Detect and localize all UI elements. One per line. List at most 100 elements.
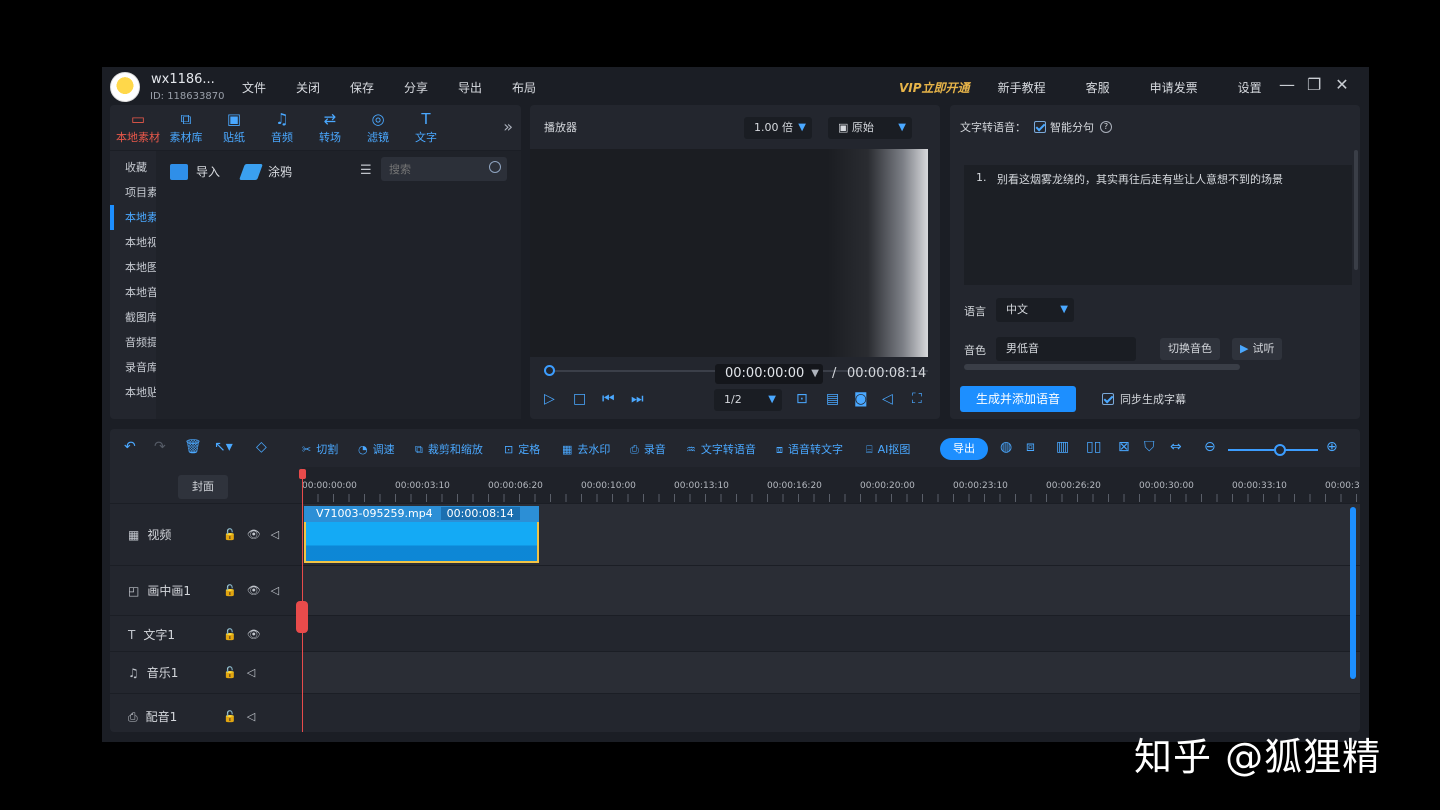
lane-pip[interactable] xyxy=(302,565,1360,615)
menu-export[interactable]: 导出 xyxy=(458,79,512,96)
sidebar-item-local-media[interactable]: 本地素 xyxy=(110,205,156,230)
video-preview[interactable] xyxy=(530,149,928,357)
tab-media-library[interactable]: ⧉ 素材库 xyxy=(162,109,210,145)
speed-select[interactable]: 1.00 倍 ▼ xyxy=(744,117,812,139)
remove-watermark-button[interactable]: ▦ 去水印 xyxy=(562,441,610,457)
video-clip[interactable]: V71003-095259.mp4 00:00:08:14 xyxy=(304,506,539,564)
tts-scrollbar[interactable] xyxy=(1354,150,1358,270)
voice-field[interactable]: 男低音 xyxy=(996,337,1136,361)
crop-zoom-button[interactable]: ⧉ 裁剪和缩放 xyxy=(415,441,483,457)
timeline-scrollbar[interactable] xyxy=(1350,507,1356,679)
sync-subtitles-checkbox[interactable] xyxy=(1102,393,1114,405)
vip-link[interactable]: VIP立即开通 xyxy=(899,79,970,96)
export-button[interactable]: 导出 xyxy=(940,438,988,460)
lane-music[interactable] xyxy=(302,651,1360,693)
menu-file[interactable]: 文件 xyxy=(242,79,296,96)
ratio-select[interactable]: ▣ 原始 ▼ xyxy=(828,117,912,139)
menu-save[interactable]: 保存 xyxy=(350,79,404,96)
select-tool-icon[interactable]: ↖▾ xyxy=(214,439,233,455)
avatar[interactable] xyxy=(110,72,140,102)
minimize-icon[interactable]: — xyxy=(1279,75,1295,94)
quality-select[interactable]: 1/2 ▼ xyxy=(714,389,782,411)
redo-icon[interactable]: ↷ xyxy=(154,439,166,455)
cut-button[interactable]: ✂ 切割 xyxy=(302,441,338,457)
sort-icon[interactable]: ☰ xyxy=(360,163,372,178)
split-screen-icon[interactable]: ⧈ xyxy=(1026,439,1035,455)
generate-voice-button[interactable]: 生成并添加语音 xyxy=(960,386,1076,412)
user-name[interactable]: wx1186... xyxy=(151,72,215,87)
grid-icon[interactable]: ▥ xyxy=(1056,439,1069,455)
search-icon[interactable] xyxy=(489,161,501,173)
sidebar-item-recordings[interactable]: 录音库 xyxy=(110,355,156,380)
track-controls[interactable]: 🔓👁◁ xyxy=(223,584,289,597)
track-controls[interactable]: 🔓◁ xyxy=(223,666,265,679)
zoom-slider[interactable] xyxy=(1228,444,1318,456)
sidebar-item-local-audio[interactable]: 本地音 xyxy=(110,280,156,305)
record-button[interactable]: ⎙ 录音 xyxy=(630,441,666,457)
play-icon[interactable]: ▷ xyxy=(544,391,555,407)
camera-icon[interactable]: ◙ xyxy=(854,391,868,407)
smart-split-checkbox[interactable] xyxy=(1034,121,1046,133)
tab-transition[interactable]: ⇄ 转场 xyxy=(306,109,354,145)
speech-to-text-button[interactable]: ⧈ 语音转文字 xyxy=(776,441,843,457)
stop-icon[interactable]: □ xyxy=(573,391,586,407)
menu-share[interactable]: 分享 xyxy=(404,79,458,96)
tab-text[interactable]: T 文字 xyxy=(402,109,450,145)
fullscreen-icon[interactable]: ⛶ xyxy=(912,391,922,407)
mosaic-icon[interactable]: ⊠ xyxy=(1118,439,1130,455)
zoom-out-icon[interactable]: ⊖ xyxy=(1204,439,1216,455)
track-controls[interactable]: 🔓◁ xyxy=(223,710,265,723)
time-ruler[interactable]: 00:00:00:00 00:00:03:10 00:00:06:20 00:0… xyxy=(302,467,1360,503)
text-to-speech-button[interactable]: ♒ 文字转语音 xyxy=(686,441,756,457)
sidebar-item-audio-extract[interactable]: 音频提 xyxy=(110,330,156,355)
menu-close[interactable]: 关闭 xyxy=(296,79,350,96)
current-time[interactable]: 00:00:00:00 ▼ xyxy=(715,364,823,384)
cover-button[interactable]: 封面 xyxy=(178,475,228,499)
progress-knob[interactable] xyxy=(544,365,555,376)
tts-text-area[interactable]: 1. 别看这烟雾龙绕的，其实再往后走有些让人意想不到的场景 xyxy=(964,165,1352,285)
tab-stickers[interactable]: ▣ 贴纸 xyxy=(210,109,258,145)
next-frame-icon[interactable]: ⏭ xyxy=(631,391,644,407)
columns-icon[interactable]: ▯▯ xyxy=(1086,439,1101,455)
restore-icon[interactable]: ❐ xyxy=(1307,75,1321,94)
import-button[interactable]: 导入 xyxy=(170,163,220,180)
track-controls[interactable]: 🔓👁◁ xyxy=(223,528,289,541)
sidebar-item-local-video[interactable]: 本地视 xyxy=(110,230,156,255)
sidebar-item-favorites[interactable]: 收藏 xyxy=(110,155,156,180)
tab-local-media[interactable]: ▭ 本地素材 xyxy=(114,109,162,145)
more-tabs-icon[interactable]: » xyxy=(503,117,513,136)
delete-icon[interactable]: 🗑 xyxy=(184,439,202,455)
support-link[interactable]: 客服 xyxy=(1086,79,1110,96)
close-icon[interactable]: ✕ xyxy=(1335,75,1349,94)
help-icon[interactable]: ? xyxy=(1100,121,1112,133)
tutorial-link[interactable]: 新手教程 xyxy=(998,79,1046,96)
keyframe-icon[interactable]: ◇ xyxy=(256,439,267,455)
speed-button[interactable]: ◔ 调速 xyxy=(358,441,395,457)
previous-frame-icon[interactable]: ⏮ xyxy=(602,391,615,407)
doodle-button[interactable]: 涂鸦 xyxy=(239,163,292,180)
undo-icon[interactable]: ↶ xyxy=(124,439,136,455)
zoom-in-icon[interactable]: ⊕ xyxy=(1326,439,1338,455)
freeze-frame-button[interactable]: ⊡ 定格 xyxy=(504,441,540,457)
ai-cutout-button[interactable]: ⌸ AI抠图 xyxy=(866,441,910,457)
media-drop-area[interactable] xyxy=(156,151,521,419)
sidebar-item-project[interactable]: 项目素 xyxy=(110,180,156,205)
playhead-marker[interactable] xyxy=(299,469,306,479)
search-input[interactable] xyxy=(381,157,477,181)
tab-audio[interactable]: ♫ 音频 xyxy=(258,109,306,145)
invoice-link[interactable]: 申请发票 xyxy=(1150,79,1198,96)
screenshot-frame-icon[interactable]: ⊡ xyxy=(796,391,808,407)
lane-text[interactable] xyxy=(302,615,1360,651)
sidebar-item-screenshots[interactable]: 截图库 xyxy=(110,305,156,330)
fit-width-icon[interactable]: ⇔ xyxy=(1170,439,1182,455)
language-select[interactable]: 中文 ▼ xyxy=(996,298,1074,322)
menu-layout[interactable]: 布局 xyxy=(512,79,566,96)
volume-icon[interactable]: ◁ xyxy=(882,391,893,407)
palette-icon[interactable]: ◍ xyxy=(1000,439,1012,455)
sidebar-item-local-stickers[interactable]: 本地贴 xyxy=(110,380,156,405)
subtitle-icon[interactable]: ▤ xyxy=(826,391,839,407)
playhead-handle[interactable] xyxy=(296,601,308,633)
tts-text[interactable]: 别看这烟雾龙绕的，其实再往后走有些让人意想不到的场景 xyxy=(997,171,1283,187)
switch-voice-button[interactable]: 切换音色 xyxy=(1160,338,1220,360)
tts-horizontal-scrollbar[interactable] xyxy=(964,364,1240,370)
